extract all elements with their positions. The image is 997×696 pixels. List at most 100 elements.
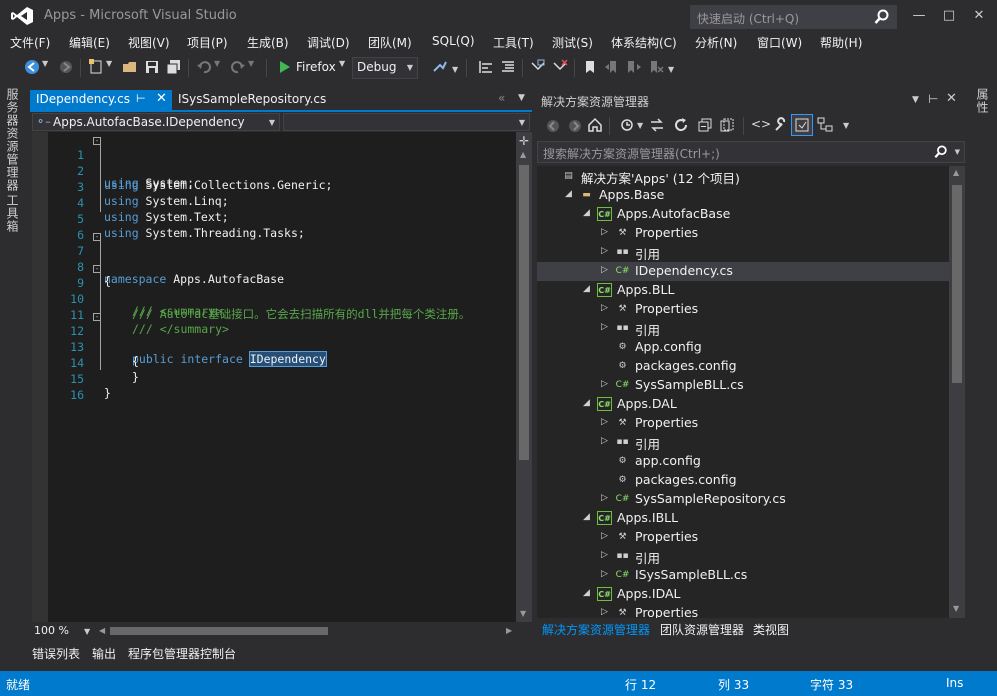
properties-tab[interactable]: 属性 xyxy=(974,88,991,114)
close-tab-icon[interactable]: ✕ xyxy=(156,91,167,106)
back-icon[interactable] xyxy=(24,59,40,75)
zoom-level[interactable]: 100 % xyxy=(34,624,69,637)
tree-item[interactable]: ▷ ⚒ Properties xyxy=(537,604,949,618)
tab-output[interactable]: 输出 xyxy=(92,645,116,662)
new-dropdown-icon[interactable]: ▼ xyxy=(106,59,122,75)
home-icon[interactable] xyxy=(587,117,603,133)
menu-test[interactable]: 测试(S) xyxy=(552,34,593,51)
tree-item[interactable]: ▷ ⚒ Properties xyxy=(537,300,949,319)
collapsed-arrow-icon[interactable]: ▷ xyxy=(601,531,608,541)
menu-edit[interactable]: 编辑(E) xyxy=(69,34,110,51)
collapsed-arrow-icon[interactable]: ▷ xyxy=(601,379,608,389)
search-icon[interactable] xyxy=(934,145,948,159)
menu-analyze[interactable]: 分析(N) xyxy=(695,34,737,51)
tab-team-explorer[interactable]: 团队资源管理器 xyxy=(660,621,744,638)
tree-item[interactable]: ◢ C# Apps.BLL xyxy=(537,281,949,300)
next-bookmark-icon[interactable] xyxy=(626,59,642,75)
server-explorer-tab[interactable]: 服务器资源管理器 xyxy=(4,88,21,192)
collapsed-arrow-icon[interactable]: ▷ xyxy=(601,607,608,617)
scroll-down-icon[interactable]: ▼ xyxy=(953,604,959,613)
expanded-arrow-icon[interactable]: ◢ xyxy=(583,208,590,218)
expanded-arrow-icon[interactable]: ◢ xyxy=(583,284,590,294)
scroll-up-icon[interactable]: ▲ xyxy=(953,168,959,177)
expanded-arrow-icon[interactable]: ◢ xyxy=(583,512,590,522)
expanded-arrow-icon[interactable]: ◢ xyxy=(565,189,572,199)
minimize-icon[interactable]: — xyxy=(905,6,933,26)
zoom-dropdown-icon[interactable]: ▼ xyxy=(84,627,90,636)
toolbar-overflow-icon[interactable]: ▼ xyxy=(668,65,674,74)
tree-item[interactable]: ▷ ▪▪ 引用 xyxy=(537,243,949,262)
tree-item[interactable]: ⚙ App.config xyxy=(537,338,949,357)
maximize-icon[interactable]: □ xyxy=(935,6,963,26)
start-debugging-icon[interactable] xyxy=(276,59,292,75)
pending-changes-filter-icon[interactable] xyxy=(619,117,635,133)
tree-item[interactable]: ⚙ packages.config xyxy=(537,471,949,490)
window-position-dropdown-icon[interactable]: ▼ xyxy=(912,95,919,105)
open-file-icon[interactable] xyxy=(122,59,138,75)
tab-error-list[interactable]: 错误列表 xyxy=(32,645,80,662)
undo-dropdown-icon[interactable]: ▼ xyxy=(214,59,230,75)
collapsed-arrow-icon[interactable]: ▷ xyxy=(601,550,608,560)
type-dropdown[interactable]: ⚬– Apps.AutofacBase.IDependency ▼ xyxy=(32,113,280,131)
tree-item[interactable]: ◢ C# Apps.AutofacBase xyxy=(537,205,949,224)
collapsed-arrow-icon[interactable]: ▷ xyxy=(601,569,608,579)
forward-icon[interactable] xyxy=(58,59,74,75)
menu-sql[interactable]: SQL(Q) xyxy=(432,34,475,48)
tree-item[interactable]: ▷ ▪▪ 引用 xyxy=(537,547,949,566)
tree-item[interactable]: ▷ ▪▪ 引用 xyxy=(537,433,949,452)
save-all-icon[interactable] xyxy=(166,59,182,75)
tree-item[interactable]: ⚙ app.config xyxy=(537,452,949,471)
toolbox-tab[interactable]: 工具箱 xyxy=(4,194,21,233)
collapsed-arrow-icon[interactable]: ▷ xyxy=(601,417,608,427)
show-all-files-icon[interactable] xyxy=(719,117,735,133)
view-code-icon[interactable]: <> xyxy=(751,117,771,131)
tab-isyssamplerepository[interactable]: ISysSampleRepository.cs xyxy=(178,92,326,106)
tree-item[interactable]: ◢ ▬ Apps.Base xyxy=(537,186,949,205)
split-window-icon[interactable]: ✛ xyxy=(519,134,529,148)
refresh-icon[interactable] xyxy=(673,117,689,133)
collapsed-arrow-icon[interactable]: ▷ xyxy=(601,303,608,313)
collapsed-arrow-icon[interactable]: ▷ xyxy=(601,265,608,275)
new-project-icon[interactable] xyxy=(88,59,104,75)
scroll-right-icon[interactable]: ▶ xyxy=(506,626,512,635)
search-options-dropdown-icon[interactable]: ▼ xyxy=(955,148,960,156)
tree-item[interactable]: ▷ ⚒ Properties xyxy=(537,414,949,433)
menu-help[interactable]: 帮助(H) xyxy=(820,34,862,51)
collapse-icon[interactable]: - xyxy=(93,137,101,145)
find-dropdown-icon[interactable]: ▼ xyxy=(452,65,458,74)
tree-item[interactable]: ◢ C# Apps.DAL xyxy=(537,395,949,414)
scroll-left-icon[interactable]: ◀ xyxy=(99,626,105,635)
class-diagram-icon[interactable] xyxy=(817,117,833,133)
close-icon[interactable]: ✕ xyxy=(965,6,993,26)
menu-debug[interactable]: 调试(D) xyxy=(307,34,350,51)
collapse-icon[interactable]: - xyxy=(93,233,101,241)
tree-item[interactable]: ◢ C# Apps.IBLL xyxy=(537,509,949,528)
solution-tree-scroll-thumb[interactable] xyxy=(952,185,962,383)
tree-item[interactable]: ⚙ packages.config xyxy=(537,357,949,376)
tree-item[interactable]: ◢ C# Apps.IDAL xyxy=(537,585,949,604)
collapsed-arrow-icon[interactable]: ▷ xyxy=(601,436,608,446)
menu-view[interactable]: 视图(V) xyxy=(128,34,170,51)
menu-tools[interactable]: 工具(T) xyxy=(493,34,534,51)
tab-idependency[interactable]: IDependency.cs ⊢ ✕ xyxy=(30,90,172,110)
collapse-all-icon[interactable] xyxy=(697,117,713,133)
collapsed-arrow-icon[interactable]: ▷ xyxy=(601,493,608,503)
close-panel-icon[interactable]: ✕ xyxy=(946,91,957,106)
tab-class-view[interactable]: 类视图 xyxy=(753,621,789,638)
filter-dropdown-icon[interactable]: ▼ xyxy=(637,121,643,130)
collapse-icon[interactable]: - xyxy=(93,313,101,321)
save-icon[interactable] xyxy=(144,59,160,75)
format-document-icon[interactable] xyxy=(500,59,516,75)
tab-list-dropdown-icon[interactable]: ▼ xyxy=(518,93,525,103)
auto-hide-pin-icon[interactable]: ⊢ xyxy=(928,92,938,106)
editor-scroll-thumb[interactable] xyxy=(519,165,529,460)
scroll-up-icon[interactable]: ▲ xyxy=(520,150,526,159)
align-left-icon[interactable] xyxy=(478,59,494,75)
code-editor[interactable]: 1 - using System; 2 using System.Collect… xyxy=(32,132,516,622)
solution-explorer-search-input[interactable]: 搜索解决方案资源管理器(Ctrl+;) ▼ xyxy=(537,141,965,163)
clear-bookmarks-icon[interactable] xyxy=(648,59,664,75)
scroll-down-icon[interactable]: ▼ xyxy=(520,609,526,618)
solution-configuration-dropdown[interactable]: Debug ▼ xyxy=(352,57,418,79)
tab-package-manager-console[interactable]: 程序包管理器控制台 xyxy=(128,645,236,662)
uncomment-icon[interactable] xyxy=(552,59,568,75)
